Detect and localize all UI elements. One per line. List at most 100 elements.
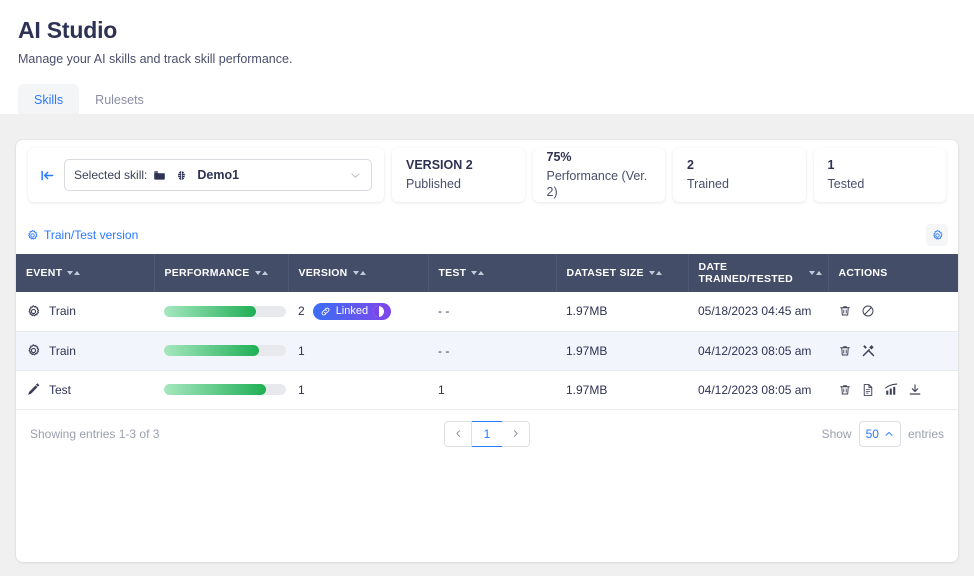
trash-icon[interactable] xyxy=(838,344,852,358)
stat-value: 1 xyxy=(827,158,835,173)
table-row[interactable]: Train 1 - - 1.97MB 04/12/2023 08:05 am xyxy=(16,331,958,371)
download-icon[interactable] xyxy=(908,383,922,397)
page-header: AI Studio Manage your AI skills and trac… xyxy=(0,0,974,116)
sort-arrows-icon[interactable] xyxy=(808,271,822,275)
sort-arrows-icon[interactable] xyxy=(67,271,81,275)
linked-badge-label: Linked xyxy=(335,304,369,317)
block-icon[interactable] xyxy=(861,304,875,318)
skill-select-label: Selected skill: xyxy=(74,168,148,182)
stat-card-performance: 75% Performance (Ver. 2) xyxy=(532,148,665,202)
show-label: Show xyxy=(821,426,852,441)
column-label: PERFORMANCE xyxy=(164,267,250,279)
table-body: Train 2 Linked - - 1.97MB 05/18/2023 04:… xyxy=(16,292,958,410)
stat-card-version: VERSION 2 Published xyxy=(392,148,525,202)
chevron-down-icon[interactable] xyxy=(349,169,362,182)
stat-label: Performance (Ver. 2) xyxy=(546,168,648,199)
stat-value: 2 xyxy=(687,158,694,173)
cell-version: 1 xyxy=(288,370,428,410)
skill-select-dropdown[interactable]: Selected skill: Demo1 xyxy=(64,159,372,191)
train-test-version-link[interactable]: Train/Test version xyxy=(26,228,138,242)
linked-badge[interactable]: Linked xyxy=(312,302,392,320)
folder-icon xyxy=(153,169,166,182)
cell-test: 1 xyxy=(428,370,556,410)
skill-selector-card: Selected skill: Demo1 xyxy=(28,148,384,202)
cell-date: 04/12/2023 08:05 am xyxy=(688,370,828,410)
column-header-test[interactable]: TEST xyxy=(428,254,557,292)
cell-actions xyxy=(828,331,958,371)
cell-performance xyxy=(154,331,288,371)
column-label: TEST xyxy=(438,267,467,279)
cell-performance xyxy=(154,292,288,332)
cell-test: - - xyxy=(428,292,556,332)
train-test-table: EVENT PERFORMANCE VERSION TEST DATASET S… xyxy=(16,254,958,410)
gear-icon xyxy=(28,344,40,356)
stat-card-trained: 2 Trained xyxy=(673,148,806,202)
cell-actions xyxy=(828,370,958,410)
performance-bar xyxy=(164,345,286,356)
summary-row: Selected skill: Demo1 VERSION 2 Publishe… xyxy=(16,140,958,202)
link-icon xyxy=(321,307,330,316)
showing-entries-label: Showing entries 1-3 of 3 xyxy=(30,426,160,441)
pagination-prev-button[interactable] xyxy=(444,420,472,447)
performance-bar-fill xyxy=(164,345,260,356)
document-icon[interactable] xyxy=(861,383,875,397)
cell-version: 2 Linked xyxy=(288,292,428,332)
entries-label: entries xyxy=(907,426,944,441)
table-header: EVENT PERFORMANCE VERSION TEST DATASET S… xyxy=(16,254,958,292)
page-size-select[interactable]: 50 xyxy=(858,420,901,447)
chart-icon[interactable] xyxy=(884,382,899,397)
selected-skill-name: Demo1 xyxy=(197,168,240,182)
sort-arrows-icon[interactable] xyxy=(648,271,662,275)
column-header-version[interactable]: VERSION xyxy=(288,254,429,292)
pagination-page-1[interactable]: 1 xyxy=(472,420,502,447)
stat-label: Trained xyxy=(687,176,729,191)
stat-card-tested: 1 Tested xyxy=(813,148,946,202)
page-size-value: 50 xyxy=(865,426,879,441)
pagination: 1 xyxy=(444,420,530,447)
table-row[interactable]: Train 2 Linked - - 1.97MB 05/18/2023 04:… xyxy=(16,292,958,332)
info-icon xyxy=(373,305,385,317)
pen-icon xyxy=(28,383,40,395)
cell-performance xyxy=(154,370,288,410)
trash-icon[interactable] xyxy=(838,304,852,318)
tab-rulesets[interactable]: Rulesets xyxy=(79,84,160,116)
cell-dataset-size: 1.97MB xyxy=(556,331,688,371)
column-header-event[interactable]: EVENT xyxy=(16,254,155,292)
event-label: Train xyxy=(49,343,76,358)
tab-bar: Skills Rulesets xyxy=(18,84,974,116)
column-header-actions: ACTIONS xyxy=(828,254,958,292)
event-label: Test xyxy=(49,382,72,397)
collapse-left-icon[interactable] xyxy=(40,168,55,183)
sort-arrows-icon[interactable] xyxy=(254,271,268,275)
brain-icon xyxy=(175,169,188,182)
tab-skills[interactable]: Skills xyxy=(18,84,80,116)
stat-value: 75% xyxy=(546,149,572,164)
stat-value: VERSION 2 xyxy=(406,158,473,173)
column-header-date[interactable]: DATE TRAINED/TESTED xyxy=(688,254,829,292)
performance-bar xyxy=(164,305,286,317)
column-header-dataset-size[interactable]: DATASET SIZE xyxy=(556,254,689,292)
cell-event: Train xyxy=(16,331,154,371)
event-label: Train xyxy=(49,304,76,319)
column-label: ACTIONS xyxy=(838,267,888,279)
cell-date: 05/18/2023 04:45 am xyxy=(688,292,828,332)
skills-card: Selected skill: Demo1 VERSION 2 Publishe… xyxy=(16,140,958,562)
cell-dataset-size: 1.97MB xyxy=(556,292,688,332)
pagination-next-button[interactable] xyxy=(502,420,530,447)
sort-arrows-icon[interactable] xyxy=(471,271,485,275)
column-header-performance[interactable]: PERFORMANCE xyxy=(154,254,289,292)
table-row[interactable]: Test 1 1 1.97MB 04/12/2023 08:05 am xyxy=(16,370,958,410)
column-label: DATASET SIZE xyxy=(566,267,644,279)
cell-event: Train xyxy=(16,292,154,332)
table-settings-gear-icon[interactable] xyxy=(926,224,948,246)
ai-studio-page: AI Studio Manage your AI skills and trac… xyxy=(0,0,974,576)
page-title: AI Studio xyxy=(18,17,118,43)
gear-icon xyxy=(28,304,40,317)
page-size-control: Show 50 entries xyxy=(821,420,944,447)
tools-icon[interactable] xyxy=(861,343,876,358)
content-area: Selected skill: Demo1 VERSION 2 Publishe… xyxy=(0,114,974,576)
cell-event: Test xyxy=(16,370,154,410)
sort-arrows-icon[interactable] xyxy=(352,271,366,275)
cell-date: 04/12/2023 08:05 am xyxy=(688,331,828,371)
trash-icon[interactable] xyxy=(838,383,852,397)
